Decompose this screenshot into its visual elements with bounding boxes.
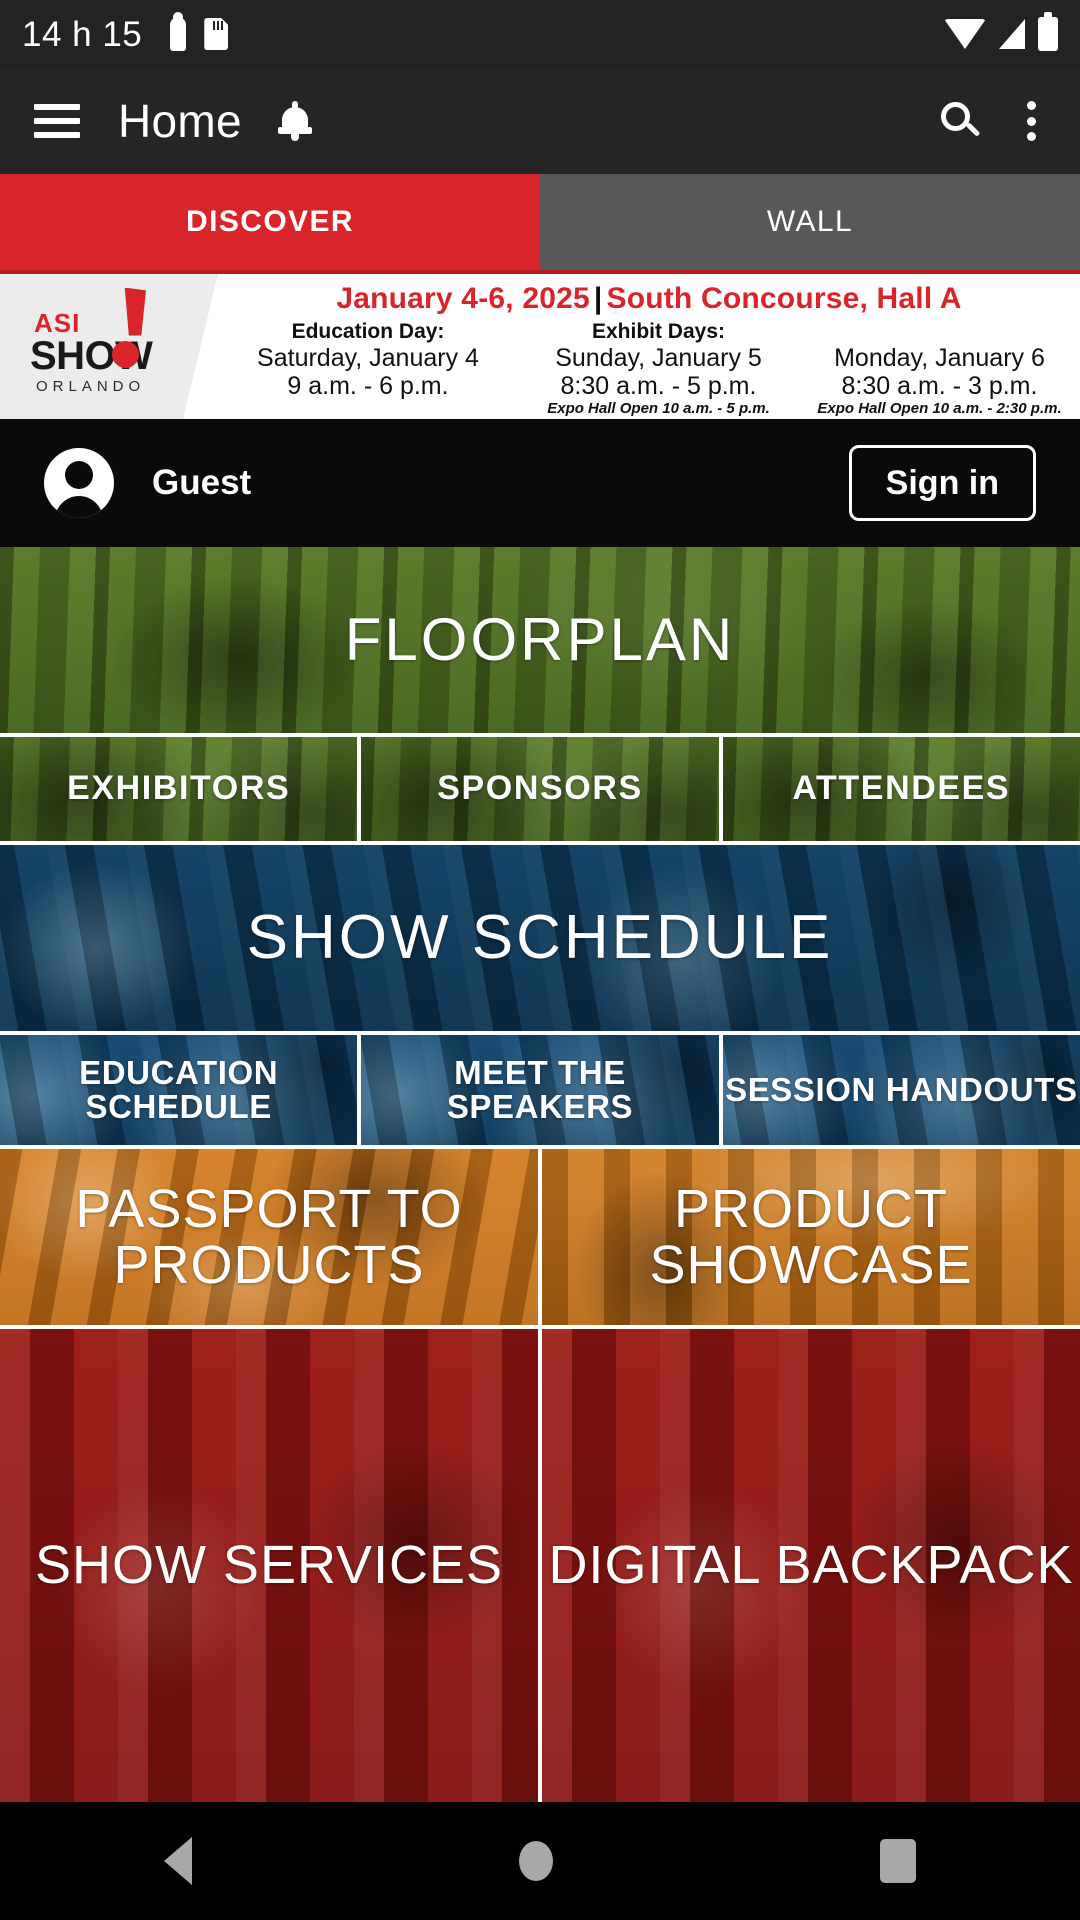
tile-show-services[interactable]: SHOW SERVICES xyxy=(0,1329,538,1802)
banner-column-exhibit-monday: Monday, January 6 8:30 a.m. - 3 p.m. Exp… xyxy=(799,320,1080,417)
account-bar: Guest Sign in xyxy=(0,419,1080,547)
tile-label-meet-the-speakers: MEET THE SPEAKERS xyxy=(446,1053,634,1125)
user-avatar-icon[interactable] xyxy=(44,448,114,518)
education-day-title: Education Day: xyxy=(291,320,445,343)
page-title: Home xyxy=(118,95,242,147)
tile-label-session-handouts: SESSION HANDOUTS xyxy=(725,1070,1078,1108)
banner-headline: January 4-6, 2025 | South Concourse, Hall … xyxy=(336,282,961,316)
sign-in-button[interactable]: Sign in xyxy=(848,445,1036,521)
tile-show-schedule[interactable]: SHOW SCHEDULE xyxy=(0,845,1080,1031)
banner-column-exhibit-sunday: Exhibit Days: Sunday, January 5 8:30 a.m… xyxy=(518,320,799,417)
exhibit-sunday-expo-note: Expo Hall Open 10 a.m. - 5 p.m. xyxy=(547,400,770,417)
tab-wall[interactable]: WALL xyxy=(540,174,1080,270)
usb-icon xyxy=(170,12,187,51)
exhibit-monday-hours: 8:30 a.m. - 3 p.m. xyxy=(841,372,1038,400)
status-left-icons xyxy=(170,12,229,51)
status-right-icons xyxy=(944,12,1058,51)
tile-label-show-schedule: SHOW SCHEDULE xyxy=(246,902,834,972)
status-bar: 14 h 15 xyxy=(0,0,1080,68)
account-name: Guest xyxy=(152,463,252,502)
tile-label-product-showcase: PRODUCT SHOWCASE xyxy=(649,1178,973,1295)
status-clock: 14 h 15 xyxy=(22,14,143,54)
tile-row-floorplan-sub: EXHIBITORS SPONSORS ATTENDEES xyxy=(0,737,1080,841)
overflow-menu-icon[interactable] xyxy=(1027,101,1036,141)
notification-bell-icon[interactable] xyxy=(277,101,312,141)
sd-card-icon xyxy=(204,18,229,50)
tile-session-handouts[interactable]: SESSION HANDOUTS xyxy=(722,1035,1080,1145)
exhibit-sunday-date: Sunday, January 5 xyxy=(555,344,762,372)
exhibit-days-title: Exhibit Days: xyxy=(591,320,726,343)
education-day-date: Saturday, January 4 xyxy=(257,344,479,372)
tile-label-attendees: ATTENDEES xyxy=(792,769,1011,808)
exhibit-monday-spacer xyxy=(799,320,1080,344)
banner-dates: January 4-6, 2025 xyxy=(336,282,590,315)
tile-sponsors[interactable]: SPONSORS xyxy=(361,737,719,841)
exhibit-sunday-hours: 8:30 a.m. - 5 p.m. xyxy=(560,372,757,400)
tile-digital-backpack[interactable]: DIGITAL BACKPACK xyxy=(542,1329,1080,1802)
back-triangle-icon[interactable] xyxy=(163,1837,192,1885)
tile-product-showcase[interactable]: PRODUCT SHOWCASE xyxy=(542,1149,1080,1325)
wifi-icon xyxy=(944,19,986,49)
tile-label-floorplan: FLOORPLAN xyxy=(344,605,736,673)
tile-exhibitors[interactable]: EXHIBITORS xyxy=(0,737,358,841)
search-icon[interactable] xyxy=(941,102,981,140)
app-bar: Home xyxy=(0,68,1080,174)
exhibit-monday-expo-note: Expo Hall Open 10 a.m. - 2:30 p.m. xyxy=(817,400,1062,417)
logo-o-dot xyxy=(112,340,139,368)
tile-row-orange: PASSPORT TO PRODUCTS PRODUCT SHOWCASE xyxy=(0,1149,1080,1325)
exhibit-monday-date: Monday, January 6 xyxy=(834,344,1045,372)
banner-text-block: January 4-6, 2025 | South Concourse, Hall … xyxy=(218,274,1080,419)
banner-venue: South Concourse, Hall A xyxy=(606,282,962,315)
app-bar-actions xyxy=(941,101,1046,141)
tile-label-digital-backpack: DIGITAL BACKPACK xyxy=(548,1535,1074,1596)
education-day-hours: 9 a.m. - 6 p.m. xyxy=(287,372,449,400)
recents-square-icon[interactable] xyxy=(880,1839,917,1883)
banner-schedule-columns: Education Day: Saturday, January 4 9 a.m… xyxy=(218,320,1080,417)
tile-row-red: SHOW SERVICES DIGITAL BACKPACK xyxy=(0,1329,1080,1802)
tile-education-schedule[interactable]: EDUCATION SCHEDULE xyxy=(0,1035,358,1145)
tile-label-show-services: SHOW SERVICES xyxy=(34,1535,504,1596)
cellular-signal-icon xyxy=(999,19,1025,49)
tile-label-sponsors: SPONSORS xyxy=(437,769,643,808)
phone-screen: 14 h 15 Home DISCOVER WALL ASI SHOW ORLA… xyxy=(0,0,1080,1920)
tile-passport-to-products[interactable]: PASSPORT TO PRODUCTS xyxy=(0,1149,538,1325)
tile-label-passport-to-products: PASSPORT TO PRODUCTS xyxy=(75,1178,463,1295)
home-circle-icon[interactable] xyxy=(518,1841,553,1881)
hamburger-menu-icon[interactable] xyxy=(34,104,80,138)
asi-show-logo: ASI SHOW ORLANDO xyxy=(0,274,218,419)
system-navigation-bar xyxy=(0,1802,1080,1920)
tile-row-schedule-sub: EDUCATION SCHEDULE MEET THE SPEAKERS SES… xyxy=(0,1035,1080,1145)
tile-label-exhibitors: EXHIBITORS xyxy=(67,769,291,808)
banner-column-education: Education Day: Saturday, January 4 9 a.m… xyxy=(218,320,518,417)
banner-separator: | xyxy=(593,282,603,315)
tab-discover[interactable]: DISCOVER xyxy=(0,174,540,270)
tile-grid: FLOORPLAN EXHIBITORS SPONSORS ATTENDEES xyxy=(0,547,1080,1802)
exclamation-mark-icon xyxy=(124,287,146,336)
tile-attendees[interactable]: ATTENDEES xyxy=(722,737,1080,841)
event-banner[interactable]: ASI SHOW ORLANDO January 4-6, 2025 | South… xyxy=(0,274,1080,419)
tab-bar: DISCOVER WALL xyxy=(0,174,1080,274)
tile-floorplan[interactable]: FLOORPLAN xyxy=(0,547,1080,733)
tile-label-education-schedule: EDUCATION SCHEDULE xyxy=(79,1053,279,1125)
logo-city-text: ORLANDO xyxy=(36,377,146,395)
battery-icon xyxy=(1038,12,1058,51)
tile-meet-the-speakers[interactable]: MEET THE SPEAKERS xyxy=(361,1035,719,1145)
